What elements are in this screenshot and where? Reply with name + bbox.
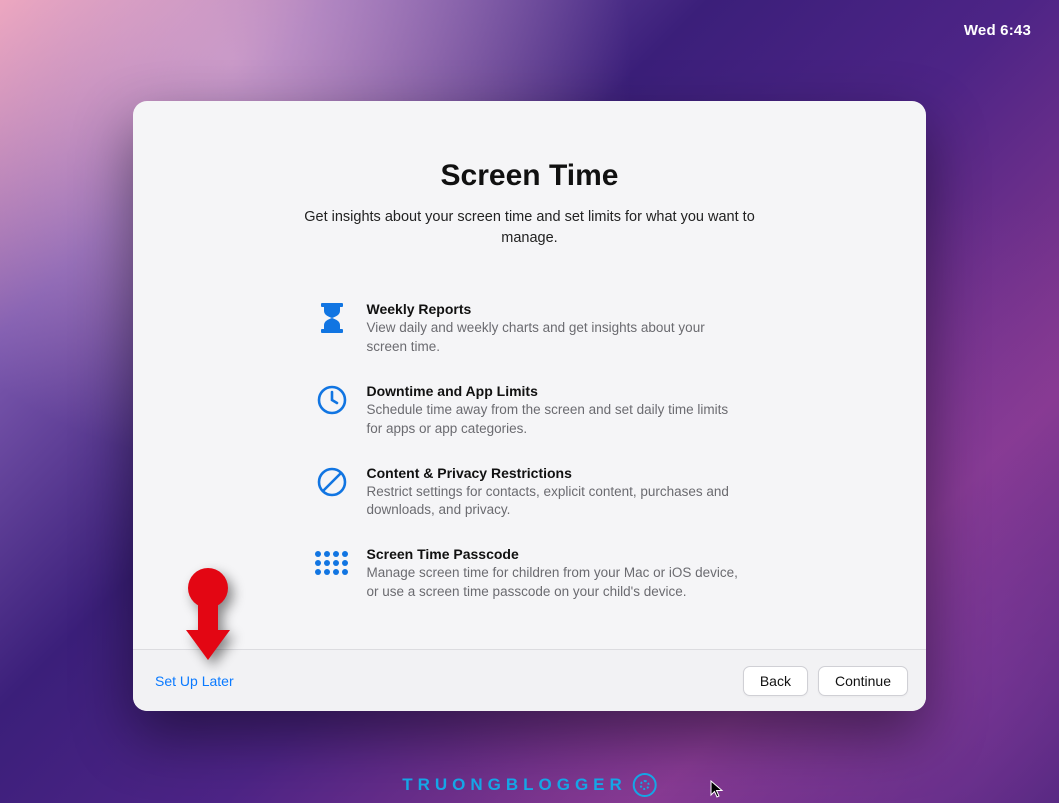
- nosign-icon: [315, 465, 349, 499]
- feature-title: Screen Time Passcode: [367, 546, 745, 562]
- feature-title: Content & Privacy Restrictions: [367, 465, 745, 481]
- feature-title: Weekly Reports: [367, 301, 745, 317]
- page-subtitle: Get insights about your screen time and …: [290, 207, 770, 249]
- clock-icon: [315, 383, 349, 417]
- cursor-icon: [710, 780, 724, 798]
- continue-button[interactable]: Continue: [818, 666, 908, 696]
- feature-desc: Restrict settings for contacts, explicit…: [367, 483, 745, 521]
- feature-row-downtime: Downtime and App Limits Schedule time aw…: [315, 383, 745, 439]
- back-button[interactable]: Back: [743, 666, 808, 696]
- feature-row-passcode: Screen Time Passcode Manage screen time …: [315, 546, 745, 602]
- keypad-icon: [315, 546, 349, 580]
- feature-desc: Manage screen time for children from you…: [367, 564, 745, 602]
- feature-row-content-privacy: Content & Privacy Restrictions Restrict …: [315, 465, 745, 521]
- feature-title: Downtime and App Limits: [367, 383, 745, 399]
- feature-desc: View daily and weekly charts and get ins…: [367, 319, 745, 357]
- set-up-later-button[interactable]: Set Up Later: [151, 669, 238, 693]
- watermark: TRUONGBLOGGER: [402, 773, 657, 797]
- watermark-text: TRUONGBLOGGER: [402, 775, 627, 795]
- setup-assistant-window: Screen Time Get insights about your scre…: [133, 101, 926, 711]
- watermark-logo-icon: [633, 773, 657, 797]
- page-title: Screen Time: [193, 159, 866, 193]
- feature-desc: Schedule time away from the screen and s…: [367, 401, 745, 439]
- window-body: Screen Time Get insights about your scre…: [133, 101, 926, 649]
- feature-list: Weekly Reports View daily and weekly cha…: [315, 301, 745, 602]
- window-footer: Set Up Later Back Continue: [133, 649, 926, 711]
- feature-row-weekly-reports: Weekly Reports View daily and weekly cha…: [315, 301, 745, 357]
- menubar-clock: Wed 6:43: [964, 22, 1031, 39]
- hourglass-icon: [315, 301, 349, 335]
